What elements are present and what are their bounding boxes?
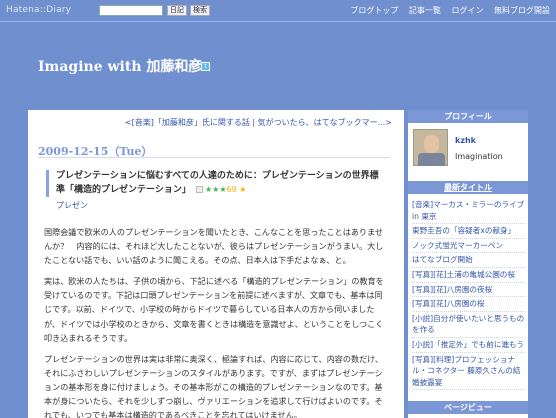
recent-title-item[interactable]: [小説]自分が使いたいと思うものを作る	[412, 312, 525, 338]
recent-titles-link[interactable]: 最新タイトル	[444, 183, 492, 192]
hatena-diary-logo[interactable]: Hatena::Diary	[6, 5, 71, 15]
entry: プレゼンテーションに悩むすべての人達のために：プレゼンテーションの世界標準「構造…	[44, 170, 386, 418]
profile-header: プロフィール	[408, 110, 528, 123]
login-link[interactable]: ログイン	[451, 6, 483, 15]
entry-paragraph-1: 国際会議で欧米の人のプレゼンテーションを聞いたとき、こんなことを思ったことはあり…	[44, 227, 384, 266]
star-count[interactable]: 69	[226, 185, 236, 194]
blog-top-link[interactable]: ブログトップ	[350, 6, 398, 15]
star-rating: ★★★69 ★	[205, 185, 246, 194]
date-divider	[38, 157, 390, 158]
twitter-icon[interactable]: t	[201, 62, 210, 71]
rss-feed-icon[interactable]: rss	[186, 63, 195, 70]
recent-titles-header: 最新タイトル	[408, 181, 528, 194]
avatar-shirt	[418, 153, 445, 166]
recent-title-item[interactable]: [写真][花]八房園の桜	[412, 297, 525, 312]
entry-category[interactable]: プレゼン	[56, 200, 386, 211]
prev-entry-link[interactable]: <[音楽]「加藤和彦」氏に関する話	[125, 118, 250, 127]
recent-title-item[interactable]: [写真][花]土浦の亀城公園の桜	[412, 268, 525, 283]
hatena-top-bar: Hatena::Diary 日記 検索 ブログトップ 記事一覧 ログイン 無料ブ…	[0, 0, 556, 22]
profile-section: kzhk Imagination	[408, 123, 528, 179]
avatar-face	[424, 135, 439, 153]
profile-name[interactable]: kzhk	[455, 136, 476, 145]
recent-title-item[interactable]: [写真][料理]プロフェッショナル・コネクター 藤原久さんの結婚披露宴	[412, 353, 525, 391]
blog-header: Imagine with 加藤和彦 rss rss t	[0, 22, 556, 110]
main-column: <[音楽]「加藤和彦」氏に関する話 | 気がついたら、はてなブックマー...> …	[28, 110, 404, 418]
profile-text: Imagination	[455, 152, 503, 161]
entry-paragraph-2: 実は、欧米の人たちは、子供の頃から、下記に述べる「構造的プレゼンテーション」の教…	[44, 276, 384, 343]
avatar[interactable]	[413, 129, 448, 166]
sidebar: プロフィール kzhk Imagination 最新タイトル [音楽]マーカス・…	[408, 110, 528, 418]
entry-title: プレゼンテーションに悩むすべての人達のために：プレゼンテーションの世界標準「構造…	[46, 170, 386, 197]
recent-title-item[interactable]: はてなブログ開始	[412, 253, 525, 268]
recent-title-item[interactable]: [小説]「推定外」でも前に進もう	[412, 338, 525, 353]
next-entry-link[interactable]: 気がついたら、はてなブックマー...>	[258, 118, 392, 127]
recent-titles-list: [音楽]マーカス・ミラーのライブ in 東京 東野圭吾の「容疑者xの献身」 ノッ…	[408, 198, 528, 391]
nav-separator: |	[252, 118, 256, 127]
article-list-link[interactable]: 記事一覧	[409, 6, 441, 15]
entry-navigation: <[音楽]「加藤和彦」氏に関する話 | 気がついたら、はてなブックマー...>	[125, 117, 392, 128]
create-blog-link[interactable]: 無料ブログ開設	[494, 6, 550, 15]
search-input[interactable]	[99, 5, 163, 16]
recent-title-item[interactable]: [音楽]マーカス・ミラーのライブ in 東京	[412, 198, 525, 225]
diary-button[interactable]: 日記	[167, 5, 187, 16]
recent-title-item[interactable]: [写真][花]八房園の夜桜	[412, 283, 525, 298]
recent-title-item[interactable]: ノック式蛍光マーカーペン	[412, 239, 525, 254]
yellow-star-icon: ★	[239, 185, 247, 194]
recent-title-item[interactable]: 東野圭吾の「容疑者xの献身」	[412, 224, 525, 239]
add-star-icon[interactable]	[195, 186, 203, 193]
entry-paragraph-3: プレゼンテーションの世界は実は非常に奥深く、極論すれば、内容に応じて、内容の数だ…	[44, 353, 383, 418]
search-button[interactable]: 検索	[190, 5, 210, 16]
pageview-header: ページビュー	[408, 401, 528, 414]
green-stars: ★★★	[204, 185, 227, 194]
top-links: ブログトップ 記事一覧 ログイン 無料ブログ開設	[342, 5, 550, 16]
rss-icon[interactable]: rss	[173, 63, 182, 70]
